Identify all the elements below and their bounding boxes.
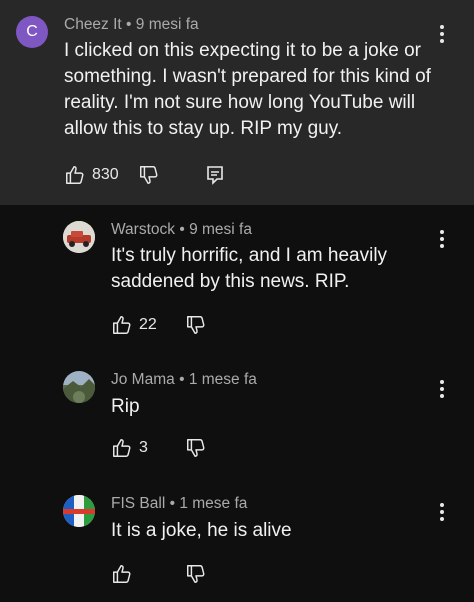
meta-separator: • (126, 16, 132, 33)
thumb-up-icon (113, 565, 131, 583)
author-name[interactable]: Cheez It (64, 16, 122, 33)
avatar[interactable] (63, 371, 95, 403)
comment-text: Rip (111, 394, 140, 420)
thumb-down-icon (187, 565, 205, 583)
reply-icon (207, 166, 223, 185)
more-vert-icon[interactable] (434, 227, 450, 251)
comment-meta: FIS Ball • 1 mese fa (111, 495, 247, 513)
like-button[interactable] (111, 563, 139, 585)
comment-time: 9 mesi fa (189, 221, 252, 238)
comment-text: It's truly horrific, and I am heavily sa… (111, 243, 387, 295)
thumb-down-icon (187, 316, 205, 334)
comment-text-line: I clicked on this expecting it to be a j… (64, 40, 421, 61)
thumb-down-icon (187, 439, 205, 457)
like-count: 3 (139, 439, 148, 456)
like-button[interactable]: 22 (111, 314, 157, 336)
avatar[interactable]: C (16, 16, 48, 48)
comment-text-line: It is a joke, he is alive (111, 520, 292, 541)
reply-button[interactable] (205, 164, 225, 186)
comment-time: 1 mese fa (188, 371, 257, 388)
parent-comment: C Cheez It • 9 mesi fa I clicked on this… (0, 0, 474, 205)
dislike-button[interactable] (185, 563, 207, 585)
comment-meta: Warstock • 9 mesi fa (111, 221, 252, 239)
comment-meta: Cheez It • 9 mesi fa (64, 16, 199, 34)
comment-text-line: reality. I'm not sure how long YouTube w… (64, 92, 416, 113)
like-count: 830 (92, 166, 119, 183)
dislike-button[interactable] (185, 314, 207, 336)
comment-text-line: allow this to stay up. RIP my guy. (64, 118, 343, 139)
like-count: 22 (139, 316, 157, 333)
comment-time: 1 mese fa (179, 495, 248, 512)
dislike-button[interactable] (185, 437, 207, 459)
thumb-up-icon (113, 439, 131, 457)
comment-text-line: saddened by this news. RIP. (111, 271, 350, 292)
comment-text-line: something. I wasn't prepared for this ki… (64, 66, 431, 87)
thumb-down-icon (140, 166, 158, 184)
comment-time: 9 mesi fa (135, 16, 199, 33)
like-button[interactable]: 830 (64, 164, 119, 186)
author-name[interactable]: Jo Mama (111, 371, 175, 388)
meta-separator: • (169, 495, 176, 512)
comment-text: It is a joke, he is alive (111, 518, 292, 544)
more-vert-icon[interactable] (434, 22, 450, 46)
avatar[interactable] (63, 495, 95, 527)
meta-separator: • (179, 371, 185, 388)
more-vert-icon[interactable] (434, 377, 450, 401)
thumb-up-icon (66, 166, 84, 184)
author-name[interactable]: Warstock (111, 221, 175, 238)
meta-separator: • (179, 221, 185, 238)
avatar[interactable] (63, 221, 95, 253)
author-name[interactable]: FIS Ball (111, 495, 165, 512)
more-vert-icon[interactable] (434, 500, 450, 524)
dislike-button[interactable] (138, 164, 160, 186)
thumb-up-icon (113, 316, 131, 334)
like-button[interactable]: 3 (111, 437, 148, 459)
comment-text: I clicked on this expecting it to be a j… (64, 38, 431, 142)
comment-text-line: Rip (111, 396, 140, 417)
comment-text-line: It's truly horrific, and I am heavily (111, 245, 388, 266)
comment-meta: Jo Mama • 1 mese fa (111, 371, 257, 389)
